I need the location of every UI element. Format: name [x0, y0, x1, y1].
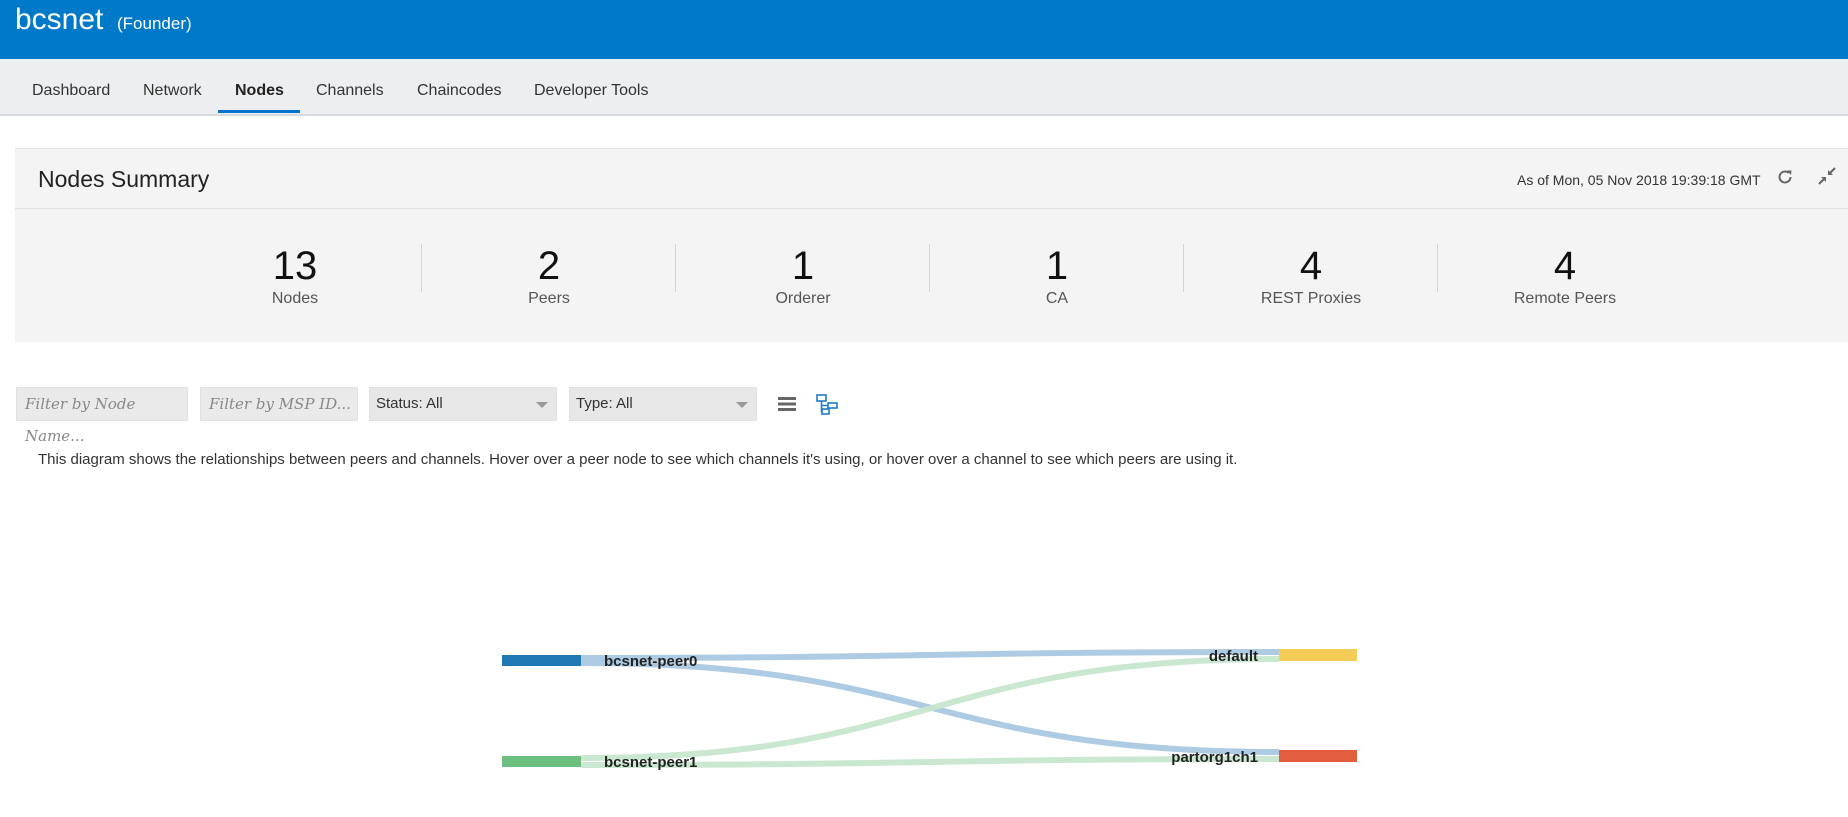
stat-label: CA — [1045, 290, 1069, 307]
summary-header: Nodes Summary As of Mon, 05 Nov 2018 19:… — [15, 149, 1848, 209]
channel-node[interactable] — [1279, 750, 1357, 762]
peer-label[interactable]: bcsnet-peer0 — [604, 653, 697, 670]
tab-nodes[interactable]: Nodes — [235, 81, 284, 101]
peer-node[interactable] — [502, 756, 581, 767]
type-select-value: Type: All — [576, 395, 633, 412]
stat-value: 1 — [791, 244, 815, 288]
list-view-icon[interactable] — [775, 392, 799, 416]
chevron-down-icon — [536, 402, 548, 408]
stat-ca: 1 CA — [930, 244, 1184, 309]
stat-value: 2 — [537, 244, 561, 288]
channel-label[interactable]: partorg1ch1 — [1171, 749, 1258, 766]
tab-dashboard[interactable]: Dashboard — [32, 81, 110, 101]
chevron-down-icon — [736, 402, 748, 408]
stat-label: Orderer — [775, 290, 831, 307]
type-select[interactable]: Type: All — [569, 387, 757, 421]
stat-label: Remote Peers — [1513, 290, 1617, 307]
stat-label: Peers — [528, 290, 570, 307]
stat-peers: 2 Peers — [422, 244, 676, 309]
tab-channels[interactable]: Channels — [316, 81, 384, 101]
link-peer1-default[interactable] — [580, 656, 1280, 761]
msp-id-filter-input[interactable]: Filter by MSP ID... — [200, 387, 358, 421]
stat-value: 4 — [1553, 244, 1577, 288]
refresh-icon[interactable] — [1775, 167, 1795, 187]
topology-view-icon[interactable] — [815, 392, 839, 416]
stat-label: REST Proxies — [1260, 290, 1362, 307]
role-label: (Founder) — [117, 14, 192, 33]
stat-value: 13 — [272, 244, 318, 288]
node-name-filter-input[interactable]: Filter by Node Name... — [16, 387, 188, 445]
tab-developer-tools[interactable]: Developer Tools — [534, 81, 648, 101]
status-select-value: Status: All — [376, 395, 443, 412]
nav-bar: Dashboard Network Nodes Channels Chainco… — [0, 59, 1848, 116]
peer-node[interactable] — [502, 655, 581, 666]
stat-nodes: 13 Nodes — [168, 244, 422, 309]
stat-rest-proxies: 4 REST Proxies — [1184, 244, 1438, 309]
peer-channel-diagram: bcsnet-peer0 bcsnet-peer1 default partor… — [502, 648, 1357, 771]
network-name: bcsnet — [15, 3, 104, 36]
as-of-timestamp: As of Mon, 05 Nov 2018 19:39:18 GMT — [1517, 172, 1761, 188]
stat-value: 1 — [1045, 244, 1069, 288]
channel-label[interactable]: default — [1209, 648, 1258, 665]
nodes-summary-panel: Nodes Summary As of Mon, 05 Nov 2018 19:… — [15, 148, 1848, 342]
stat-orderer: 1 Orderer — [676, 244, 930, 309]
collapse-icon[interactable] — [1817, 166, 1837, 186]
peer-label[interactable]: bcsnet-peer1 — [604, 754, 697, 771]
stat-remote-peers: 4 Remote Peers — [1438, 244, 1692, 309]
top-header: bcsnet (Founder) — [0, 0, 1848, 59]
active-tab-indicator — [218, 110, 300, 113]
channel-node[interactable] — [1279, 649, 1357, 661]
summary-title: Nodes Summary — [38, 166, 210, 192]
stat-value: 4 — [1299, 244, 1323, 288]
diagram-description: This diagram shows the relationships bet… — [38, 451, 1238, 468]
tab-network[interactable]: Network — [143, 81, 202, 101]
status-select[interactable]: Status: All — [369, 387, 557, 421]
stat-label: Nodes — [271, 290, 319, 307]
tab-chaincodes[interactable]: Chaincodes — [417, 81, 502, 101]
